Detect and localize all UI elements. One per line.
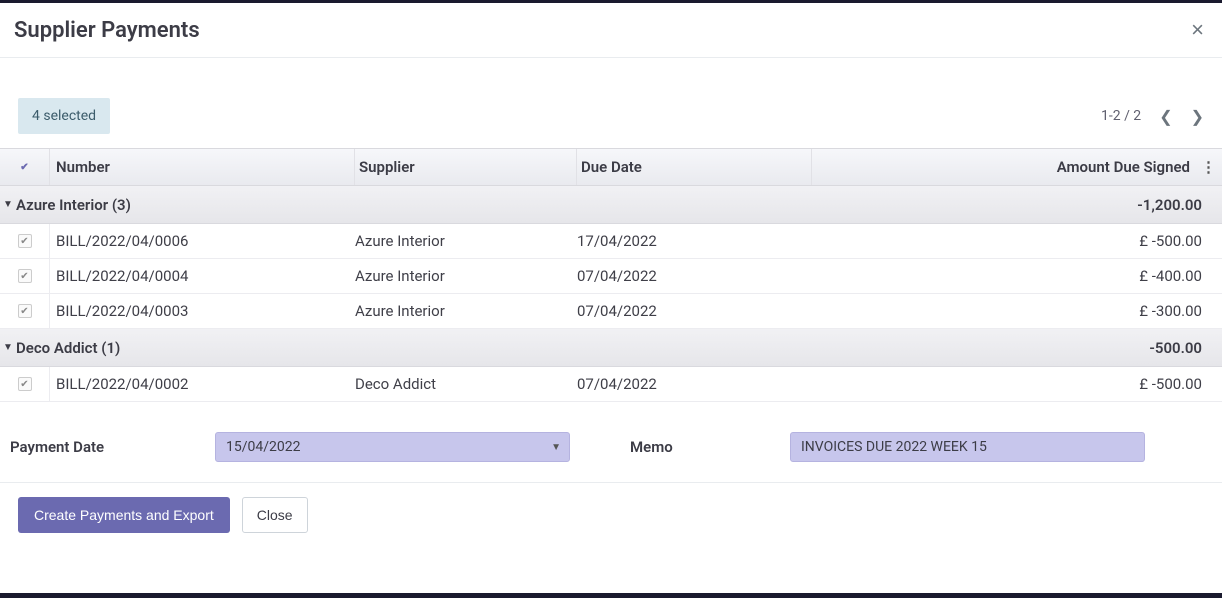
cell-number: BILL/2022/04/0006 — [50, 232, 355, 250]
table-row[interactable]: ✔ BILL/2022/04/0006 Azure Interior 17/04… — [0, 224, 1222, 259]
selected-count-badge[interactable]: 4 selected — [18, 98, 110, 134]
form-row: Payment Date 15/04/2022 ▼ Memo INVOICES … — [0, 402, 1222, 482]
header-number[interactable]: Number — [50, 149, 355, 185]
header-amount[interactable]: Amount Due Signed — [812, 158, 1222, 176]
create-payments-export-button[interactable]: Create Payments and Export — [18, 497, 230, 533]
memo-input[interactable]: INVOICES DUE 2022 WEEK 15 — [790, 432, 1145, 462]
cell-amount: £ -300.00 — [812, 302, 1222, 320]
columns-menu-icon[interactable]: ⋮ — [1201, 158, 1216, 176]
cell-due: 07/04/2022 — [577, 302, 812, 320]
payment-date-value: 15/04/2022 — [226, 439, 301, 455]
cell-number: BILL/2022/04/0004 — [50, 267, 355, 285]
header-due-date[interactable]: Due Date — [577, 149, 812, 185]
cell-due: 07/04/2022 — [577, 375, 812, 393]
row-checkbox[interactable]: ✔ — [18, 377, 32, 391]
group-label: Deco Addict (1) — [16, 339, 1149, 357]
cell-number: BILL/2022/04/0002 — [50, 375, 355, 393]
memo-value: INVOICES DUE 2022 WEEK 15 — [801, 439, 987, 455]
table-row[interactable]: ✔ BILL/2022/04/0003 Azure Interior 07/04… — [0, 294, 1222, 329]
row-checkbox[interactable]: ✔ — [18, 269, 32, 283]
cell-amount: £ -500.00 — [812, 375, 1222, 393]
table-row[interactable]: ✔ BILL/2022/04/0002 Deco Addict 07/04/20… — [0, 367, 1222, 402]
group-label: Azure Interior (3) — [16, 196, 1137, 214]
controls-row: 4 selected 1-2 / 2 ❮ ❯ — [0, 58, 1222, 138]
group-row-azure[interactable]: ▼ Azure Interior (3) -1,200.00 — [0, 186, 1222, 224]
modal-footer: Create Payments and Export Close — [0, 482, 1222, 547]
cell-due: 07/04/2022 — [577, 267, 812, 285]
row-checkbox[interactable]: ✔ — [18, 234, 32, 248]
cell-amount: £ -500.00 — [812, 232, 1222, 250]
caret-down-icon: ▼ — [551, 442, 561, 453]
group-row-deco[interactable]: ▼ Deco Addict (1) -500.00 — [0, 329, 1222, 367]
modal-title: Supplier Payments — [14, 18, 200, 43]
pager-text: 1-2 / 2 — [1101, 108, 1141, 124]
table-row[interactable]: ✔ BILL/2022/04/0004 Azure Interior 07/04… — [0, 259, 1222, 294]
supplier-payments-modal: Supplier Payments × 4 selected 1-2 / 2 ❮… — [0, 3, 1222, 593]
bills-table: ✔ Number Supplier Due Date Amount Due Si… — [0, 148, 1222, 402]
cell-supplier: Deco Addict — [355, 375, 577, 393]
header-checkbox[interactable]: ✔ — [0, 149, 50, 185]
cell-supplier: Azure Interior — [355, 267, 577, 285]
group-total: -1,200.00 — [1137, 196, 1222, 214]
cell-amount: £ -400.00 — [812, 267, 1222, 285]
caret-down-icon[interactable]: ▼ — [0, 199, 16, 210]
cell-number: BILL/2022/04/0003 — [50, 302, 355, 320]
memo-label: Memo — [580, 438, 780, 456]
close-button[interactable]: Close — [242, 497, 308, 533]
payment-date-input[interactable]: 15/04/2022 ▼ — [215, 432, 570, 462]
pager: 1-2 / 2 ❮ ❯ — [1101, 107, 1204, 126]
cell-due: 17/04/2022 — [577, 232, 812, 250]
modal-header: Supplier Payments × — [0, 3, 1222, 58]
pager-prev-icon[interactable]: ❮ — [1159, 107, 1172, 126]
group-total: -500.00 — [1149, 339, 1222, 357]
row-checkbox[interactable]: ✔ — [18, 304, 32, 318]
payment-date-label: Payment Date — [10, 438, 205, 456]
close-icon[interactable]: × — [1187, 17, 1208, 43]
cell-supplier: Azure Interior — [355, 232, 577, 250]
cell-supplier: Azure Interior — [355, 302, 577, 320]
table-header-row: ✔ Number Supplier Due Date Amount Due Si… — [0, 148, 1222, 186]
header-supplier[interactable]: Supplier — [355, 149, 577, 185]
caret-down-icon[interactable]: ▼ — [0, 342, 16, 353]
pager-next-icon[interactable]: ❯ — [1191, 107, 1204, 126]
